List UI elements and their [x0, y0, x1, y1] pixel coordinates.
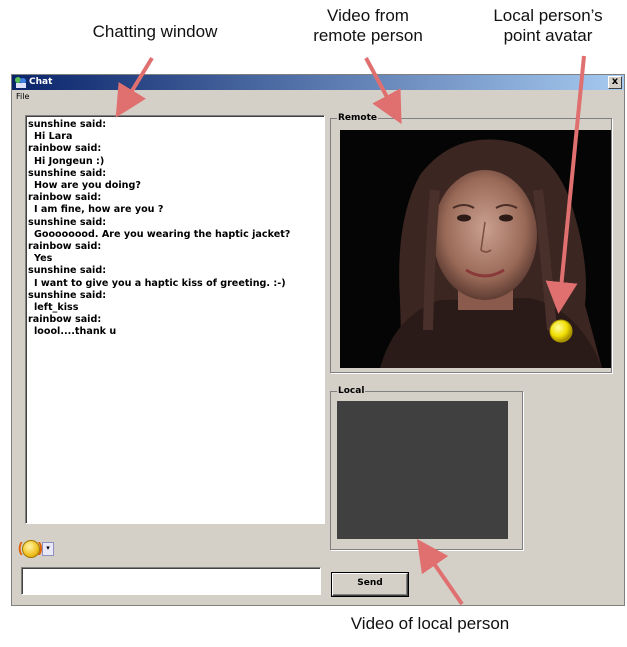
close-icon: x [611, 76, 619, 87]
chat-speaker: rainbow said: [28, 314, 102, 326]
chat-message: Hi Lara [34, 131, 73, 143]
chat-message: I want to give you a haptic kiss of gree… [34, 277, 286, 289]
menu-file[interactable]: File [16, 90, 29, 104]
chat-speaker: sunshine said: [28, 216, 107, 228]
message-input[interactable] [21, 567, 321, 595]
local-video [337, 401, 508, 539]
callout-remote-video: Video from remote person [313, 6, 423, 45]
chat-message: How are you doing? [34, 180, 141, 192]
chat-message: Yes [34, 253, 53, 265]
chat-log[interactable]: sunshine said: Hi Lara rainbow said: Hi Jon… [25, 115, 325, 524]
emoji-picker-button[interactable]: ( ) ▾ [18, 538, 54, 558]
remote-video [340, 130, 611, 368]
chevron-down-icon[interactable]: ▾ [42, 542, 54, 556]
callout-chatting-window: Chatting window [92, 22, 218, 41]
close-button[interactable]: x [608, 76, 622, 89]
chat-speaker: sunshine said: [28, 167, 107, 179]
chat-app-icon [15, 77, 26, 88]
window-title: Chat [29, 77, 53, 87]
chat-speaker: rainbow said: [28, 192, 102, 204]
chat-speaker: sunshine said: [28, 119, 107, 130]
remote-person-image [380, 139, 602, 368]
chat-speaker: rainbow said: [28, 241, 102, 253]
chat-message: I am fine, how are you ? [34, 204, 164, 216]
local-label: Local [337, 385, 366, 397]
point-avatar [549, 319, 573, 343]
menu-bar: File [12, 90, 624, 104]
remote-label: Remote [337, 112, 379, 124]
remote-group: Remote [330, 112, 612, 373]
chat-message: left_kiss [34, 302, 79, 314]
chat-message: loool....thank u [34, 326, 117, 338]
chat-message: Hi Jongeun :) [34, 155, 105, 167]
chat-message: Goooooood. Are you wearing the haptic ja… [34, 228, 291, 240]
title-bar: Chat x [12, 75, 624, 90]
local-group: Local [330, 385, 523, 550]
callout-point-avatar: Local person’s point avatar [493, 6, 603, 45]
chat-speaker: rainbow said: [28, 143, 102, 155]
chat-window: Chat x File sunshine said: Hi Lara rainbow… [11, 74, 625, 606]
chat-speaker: sunshine said: [28, 289, 107, 301]
callout-local-video: Video of local person [350, 614, 510, 633]
send-button[interactable]: Send [332, 573, 408, 596]
chat-speaker: sunshine said: [28, 265, 107, 277]
